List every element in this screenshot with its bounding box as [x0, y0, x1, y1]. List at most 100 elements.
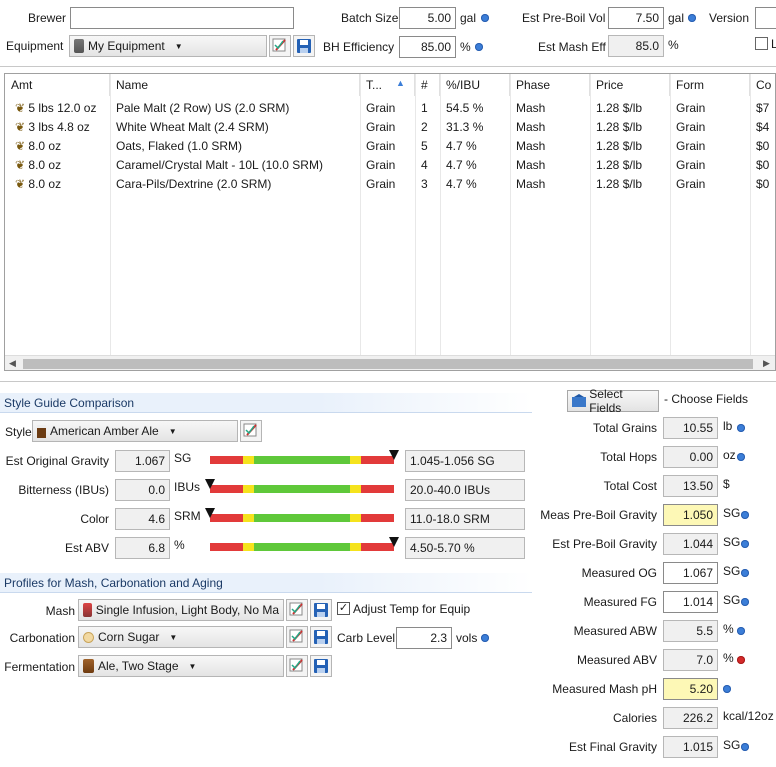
style-guide-header: Style Guide Comparison — [0, 393, 532, 413]
carbonation-edit-button[interactable] — [286, 626, 308, 648]
total-cost-value: 13.50 — [663, 475, 718, 497]
choose-fields-label: - Choose Fields — [664, 392, 749, 406]
est-final-gravity-dot-icon[interactable] — [741, 743, 749, 751]
range-segment — [243, 514, 255, 522]
bh-eff-dot-icon[interactable] — [475, 43, 483, 51]
measured-fg-dot-icon[interactable] — [741, 598, 749, 606]
mash-select[interactable]: Single Infusion, Light Body, No Ma — [78, 599, 284, 621]
measured-abw-label: Measured ABW — [573, 624, 657, 638]
total-grains-label: Total Grains — [592, 421, 657, 435]
num-cell: 3 — [421, 177, 428, 191]
carb-level-input[interactable]: 2.3 — [396, 627, 452, 649]
mash-edit-button[interactable] — [286, 599, 308, 621]
table-row[interactable]: ❦ 3 lbs 4.8 oz White Wheat Malt (2.4 SRM… — [5, 118, 775, 137]
version-input[interactable] — [755, 7, 776, 29]
style-label: Style — [5, 425, 32, 439]
form-cell: Grain — [676, 139, 706, 153]
est-pre-boil-gravity-dot-icon[interactable] — [741, 540, 749, 548]
og-range: 1.045-1.056 SG — [405, 450, 525, 472]
total-grains-dot-icon[interactable] — [737, 424, 745, 432]
lock-checkbox[interactable] — [755, 37, 768, 50]
brewer-input[interactable] — [70, 7, 294, 29]
scroll-left-icon[interactable]: ◀ — [9, 358, 16, 369]
meas-pre-boil-gravity-dot-icon[interactable] — [741, 511, 749, 519]
grain-icon: ❦ — [15, 120, 26, 134]
fermentation-value: Ale, Two Stage — [98, 659, 179, 673]
range-segment — [360, 485, 394, 493]
range-segment — [210, 456, 244, 464]
type-cell: Grain — [366, 120, 396, 134]
fermentation-save-button[interactable] — [310, 655, 332, 677]
measured-mash-ph-value[interactable]: 5.20 — [663, 678, 718, 700]
table-row[interactable]: ❦ 5 lbs 12.0 oz Pale Malt (2 Row) US (2.… — [5, 99, 775, 118]
carb-level-dot-icon[interactable] — [481, 634, 489, 642]
range-segment — [243, 485, 255, 493]
table-row[interactable]: ❦ 8.0 oz Oats, Flaked (1.0 SRM) Grain 5 … — [5, 137, 775, 156]
scrollbar-thumb[interactable] — [23, 359, 753, 369]
measured-mash-ph-dot-icon[interactable] — [723, 685, 731, 693]
table-row[interactable]: ❦ 8.0 oz Cara-Pils/Dextrine (2.0 SRM) Gr… — [5, 175, 775, 194]
ibu-range-bar — [205, 479, 394, 493]
col-header-num[interactable]: # — [415, 74, 440, 96]
col-header-form[interactable]: Form — [670, 74, 750, 96]
batch-size-dot-icon[interactable] — [481, 14, 489, 22]
phase-cell: Mash — [516, 139, 546, 153]
carbonation-save-button[interactable] — [310, 626, 332, 648]
col-header-type-label: T... — [366, 78, 383, 92]
sort-up-icon: ▲ — [396, 78, 405, 88]
col-header-type[interactable]: T... ▲ — [360, 74, 415, 96]
batch-size-unit: gal — [460, 11, 477, 25]
phase-cell: Mash — [516, 177, 546, 191]
num-cell: 2 — [421, 120, 428, 134]
mash-save-button[interactable] — [310, 599, 332, 621]
fermentation-select[interactable]: Ale, Two Stage ▼ — [78, 655, 284, 677]
range-segment — [349, 514, 361, 522]
pct-cell: 4.7 % — [446, 158, 477, 172]
select-fields-button[interactable]: Select Fields — [567, 387, 659, 415]
carbonation-select[interactable]: Corn Sugar ▼ — [78, 626, 284, 648]
style-select[interactable]: American Amber Ale ▼ — [32, 420, 238, 442]
divider — [0, 381, 776, 382]
col-header-price[interactable]: Price — [590, 74, 670, 96]
ingredients-table[interactable]: Amt Name T... ▲ # %/IBU Phase Price Form… — [4, 73, 776, 371]
total-hops-dot-icon[interactable] — [737, 453, 745, 461]
table-row[interactable]: ❦ 8.0 oz Caramel/Crystal Malt - 10L (10.… — [5, 156, 775, 175]
adjust-temp-label: Adjust Temp for Equip — [353, 602, 471, 616]
version-label: Version — [709, 11, 750, 25]
measured-fg-value[interactable]: 1.014 — [663, 591, 718, 613]
col-header-amt[interactable]: Amt — [5, 74, 110, 96]
equipment-edit-button[interactable] — [269, 35, 291, 57]
preboil-input[interactable]: 7.50 — [608, 7, 664, 29]
col-header-pct[interactable]: %/IBU — [440, 74, 510, 96]
est-final-gravity-unit: SG — [723, 738, 741, 752]
value-marker-icon — [205, 508, 215, 518]
horizontal-scrollbar[interactable]: ◀ ▶ — [5, 355, 775, 370]
measured-abv-dot-icon[interactable] — [737, 656, 745, 664]
fermentation-edit-button[interactable] — [286, 655, 308, 677]
style-edit-button[interactable] — [240, 420, 262, 442]
range-segment — [210, 543, 244, 551]
measured-fg-label: Measured FG — [583, 595, 657, 609]
equipment-save-button[interactable] — [293, 35, 315, 57]
col-header-cost[interactable]: Co — [750, 74, 775, 96]
batch-size-input[interactable]: 5.00 — [399, 7, 456, 29]
bh-eff-input[interactable]: 85.00 — [399, 36, 456, 58]
measured-og-dot-icon[interactable] — [741, 569, 749, 577]
price-cell: 1.28 $/lb — [596, 101, 643, 115]
edit-icon — [289, 602, 303, 616]
adjust-temp-checkbox[interactable]: ✓ — [337, 602, 350, 615]
mash-tun-icon — [83, 603, 92, 617]
scroll-right-icon[interactable]: ▶ — [763, 358, 770, 369]
col-header-phase[interactable]: Phase — [510, 74, 590, 96]
measured-og-value[interactable]: 1.067 — [663, 562, 718, 584]
preboil-dot-icon[interactable] — [688, 14, 696, 22]
cost-cell: $7 — [756, 101, 770, 115]
col-header-name[interactable]: Name — [110, 74, 360, 96]
price-cell: 1.28 $/lb — [596, 158, 643, 172]
measured-abv-unit: % — [723, 651, 734, 665]
measured-fg-unit: SG — [723, 593, 741, 607]
meas-pre-boil-gravity-value[interactable]: 1.050 — [663, 504, 718, 526]
measured-abw-dot-icon[interactable] — [737, 627, 745, 635]
abv-value: 6.8 — [115, 537, 170, 559]
equipment-select[interactable]: My Equipment ▼ — [69, 35, 267, 57]
